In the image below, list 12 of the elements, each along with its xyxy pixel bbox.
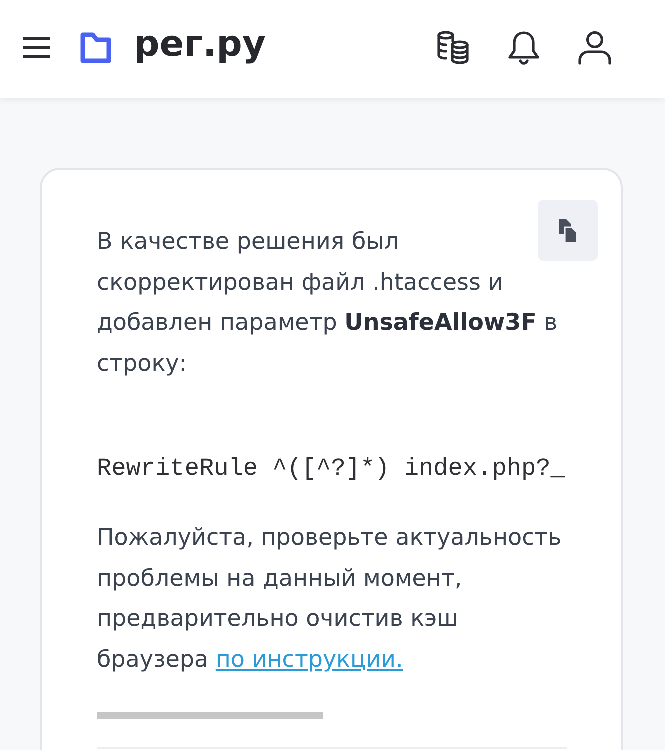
notification-bell-icon[interactable]	[508, 31, 540, 65]
menu-icon[interactable]	[23, 37, 50, 59]
horizontal-scrollbar[interactable]	[97, 712, 323, 719]
folder-logo-icon[interactable]	[80, 32, 112, 64]
user-profile-icon[interactable]	[578, 31, 612, 65]
comment-text: В качестве решения был скорректирован файл .htaccess и добавлен параметр UnsafeAllow3F в строку:	[97, 228, 559, 378]
code-line: RewriteRule ^([^?]*) index.php?_	[97, 455, 566, 485]
copy-icon	[558, 218, 578, 244]
comment-text: Пожалуйста, проверьте актуальность проблемы на данный момент, предварительно очистив кэш браузера по инструкции.	[97, 524, 563, 674]
coins-icon[interactable]	[436, 31, 470, 65]
logo-text[interactable]: рег.ру	[134, 27, 266, 69]
copy-button[interactable]	[538, 200, 598, 261]
